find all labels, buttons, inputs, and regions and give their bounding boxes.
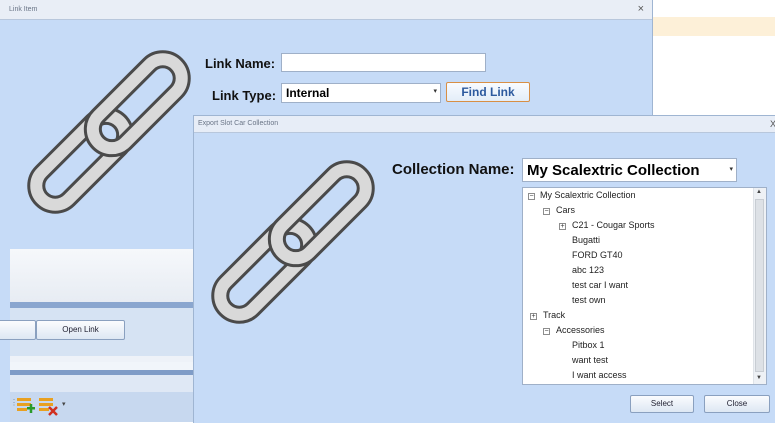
tree-scrollbar[interactable]: ▲ ▼ (753, 188, 766, 384)
tree-node[interactable]: test car I want (572, 280, 628, 290)
export-close-icon[interactable]: X (770, 116, 775, 132)
export-collection-dialog: Export Slot Car Collection X Collection … (193, 115, 775, 423)
chevron-down-icon[interactable]: ▾ (62, 400, 66, 408)
find-link-button[interactable]: Find Link (446, 82, 530, 102)
link-chain-icon (211, 160, 375, 324)
link-type-value: Internal (286, 86, 330, 100)
tree-node[interactable]: Track (543, 310, 565, 320)
export-dialog-title: Export Slot Car Collection (198, 120, 279, 127)
select-button[interactable]: Select (630, 395, 694, 413)
scroll-down-icon[interactable]: ▼ (756, 375, 762, 381)
tree-node[interactable]: I want access (572, 370, 627, 380)
tree-node[interactable]: abc 123 (572, 265, 604, 275)
tree-node[interactable]: Accessories (556, 325, 605, 335)
collection-tree[interactable]: − My Scalextric Collection − Cars + C21 … (522, 187, 767, 385)
tree-node[interactable]: want test (572, 355, 608, 365)
tree-node[interactable]: Cars (556, 205, 575, 215)
link-name-label: Link Name: (205, 56, 276, 71)
collapse-icon[interactable]: − (528, 193, 535, 200)
collection-name-select[interactable]: My Scalextric Collection ▾ (522, 158, 737, 182)
link-item-titlebar: Link Item × (0, 0, 652, 20)
export-titlebar: Export Slot Car Collection X (194, 116, 775, 133)
tree-node[interactable]: Pitbox 1 (572, 340, 605, 350)
link-item-close-button[interactable]: × (638, 0, 644, 19)
collapse-icon[interactable]: − (543, 328, 550, 335)
delete-row-icon[interactable] (38, 395, 60, 417)
scroll-thumb[interactable] (755, 199, 764, 372)
collection-name-label: Collection Name: (392, 161, 515, 178)
expand-icon[interactable]: + (559, 223, 566, 230)
chevron-down-icon[interactable]: ▾ (729, 165, 733, 173)
expand-icon[interactable]: + (530, 313, 537, 320)
tree-node[interactable]: Bugatti (572, 235, 600, 245)
tree-node[interactable]: My Scalextric Collection (540, 190, 636, 200)
scroll-up-icon[interactable]: ▲ (756, 189, 762, 195)
partial-button[interactable] (0, 320, 36, 340)
tree-node[interactable]: FORD GT40 (572, 250, 623, 260)
link-name-input[interactable] (281, 53, 486, 72)
collapse-icon[interactable]: − (543, 208, 550, 215)
background-notification-bar (650, 17, 775, 36)
link-type-select[interactable]: Internal ▾ (281, 83, 441, 103)
close-button[interactable]: Close (704, 395, 770, 413)
open-link-button[interactable]: Open Link (36, 320, 125, 340)
add-row-icon[interactable] (16, 395, 36, 417)
chevron-down-icon[interactable]: ▾ (433, 87, 437, 95)
collection-name-value: My Scalextric Collection (527, 162, 700, 179)
tree-node[interactable]: C21 - Cougar Sports (572, 220, 655, 230)
link-type-label: Link Type: (212, 88, 277, 103)
link-chain-icon (27, 50, 191, 214)
tree-node[interactable]: test own (572, 295, 606, 305)
link-item-title: Link Item (9, 6, 38, 13)
